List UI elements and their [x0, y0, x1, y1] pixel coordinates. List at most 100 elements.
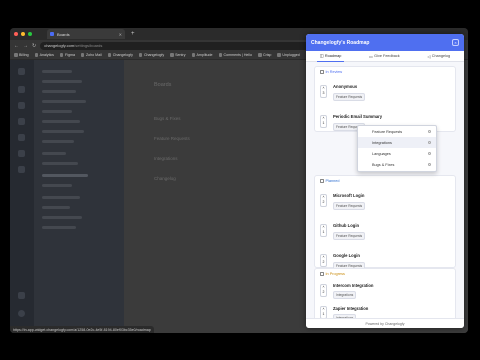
nav-line-active	[42, 174, 88, 177]
bookmark-item[interactable]: Billing	[14, 53, 29, 57]
bookmark-item[interactable]: Changelogfy	[107, 53, 133, 57]
close-window-icon[interactable]	[14, 32, 18, 36]
dropdown-option[interactable]: Bugs & Fixes	[358, 159, 436, 170]
upvote-button[interactable]: ˄ 2	[320, 194, 327, 207]
nav-line	[42, 152, 66, 155]
settings-icon[interactable]	[18, 166, 25, 173]
roadmap-icon[interactable]	[18, 118, 25, 125]
nav-line	[42, 110, 72, 113]
section-planned: Planned ˄ 2 Microsoft Login Feature Reque…	[314, 175, 456, 270]
upvote-button[interactable]: ˄ 2	[320, 254, 327, 267]
tab-roadmap[interactable]: ◫ Roadmap	[316, 51, 345, 62]
nav-line	[42, 130, 84, 133]
upvote-button[interactable]: ˄ 1	[320, 115, 327, 128]
item-title: Anonymous	[333, 84, 358, 89]
browser-tab[interactable]: Boards ✕	[47, 29, 125, 39]
item-title: Periodic Email Summary	[333, 114, 383, 119]
item-title: Google Login	[333, 253, 360, 258]
maximize-window-icon[interactable]	[28, 32, 32, 36]
back-icon[interactable]: ←	[14, 43, 19, 49]
board-row[interactable]: Changelog	[154, 176, 176, 181]
changelog-icon[interactable]	[18, 134, 25, 141]
roadmap-item[interactable]: ˄ 2 Microsoft Login Feature Requests	[315, 186, 455, 216]
app-sidebar	[10, 60, 34, 333]
minimize-window-icon[interactable]	[21, 32, 25, 36]
bookmark-icon	[107, 53, 112, 57]
roadmap-item[interactable]: ˄ 3 Anonymous Feature Requests	[315, 77, 455, 107]
upvote-button[interactable]: ˄ 1	[320, 224, 327, 237]
bookmark-icon	[80, 53, 85, 57]
bookmark-icon	[191, 53, 196, 57]
bookmark-item[interactable]: Zoho Mail	[80, 53, 102, 57]
radio-icon	[427, 140, 431, 145]
forward-icon[interactable]: →	[23, 43, 28, 49]
section-title: In Review	[315, 67, 455, 77]
section-in-progress: In Progress ˄ 2 Intercom Integration Inte…	[314, 268, 456, 323]
widget-tabs: ◫ Roadmap ▭ Give Feedback ◁ Changelog	[306, 51, 464, 62]
nav-line	[42, 206, 70, 209]
map-icon: ◫	[319, 54, 324, 58]
bookmark-item[interactable]: Changelogfy	[138, 53, 164, 57]
nav-line	[42, 196, 80, 199]
widget-footer: Powered by Changelogfy	[306, 318, 464, 328]
item-title: Microsoft Login	[333, 193, 365, 198]
roadmap-widget: Changelogfy's Roadmap × ◫ Roadmap ▭ Give F…	[306, 34, 464, 328]
url-path: /settings/boards	[74, 43, 103, 48]
bookmark-item[interactable]: Amplitude	[191, 53, 213, 57]
bookmark-item[interactable]: Sentry	[170, 53, 186, 57]
megaphone-icon: ◁	[427, 54, 431, 59]
board-row[interactable]: Bugs & Fixes	[154, 116, 181, 121]
board-row[interactable]: Integrations	[154, 156, 178, 161]
status-icon	[320, 272, 324, 276]
bookmark-item[interactable]: Crisp	[258, 53, 271, 57]
bookmark-icon	[59, 53, 64, 57]
bookmark-item[interactable]: Figma	[59, 53, 75, 57]
bookmark-icon	[277, 53, 281, 57]
nav-line	[42, 140, 74, 143]
bookmark-icon	[170, 53, 174, 57]
dropdown-option[interactable]: Integrations	[358, 137, 436, 148]
status-icon	[320, 70, 324, 74]
tab-changelog[interactable]: ◁ Changelog	[424, 51, 453, 62]
bookmark-icon	[258, 53, 262, 57]
nav-line	[42, 90, 76, 93]
logo-icon	[18, 68, 25, 75]
dashboard-icon[interactable]	[18, 86, 25, 93]
close-tab-icon[interactable]: ✕	[119, 32, 122, 37]
bookmark-item[interactable]: Analytics	[34, 53, 54, 57]
reload-icon[interactable]: ↻	[32, 43, 36, 49]
dropdown-option[interactable]: Feature Requests	[358, 126, 436, 137]
new-tab-icon[interactable]: +	[131, 31, 135, 37]
bookmark-icon	[34, 53, 39, 57]
chat-icon: ▭	[369, 54, 373, 59]
item-title: Zapier Integration	[333, 306, 369, 311]
bookmark-icon	[138, 53, 143, 57]
radio-icon	[427, 162, 431, 167]
nav-line	[42, 70, 72, 73]
board-row[interactable]: Feature Requests	[154, 136, 190, 141]
bookmark-icon	[218, 53, 223, 57]
close-icon[interactable]: ×	[452, 39, 459, 46]
avatar[interactable]	[18, 310, 25, 317]
widget-title: Changelogfy's Roadmap	[306, 34, 464, 51]
tab-give-feedback[interactable]: ▭ Give Feedback	[366, 51, 403, 62]
roadmap-item[interactable]: ˄ 2 Intercom Integration Integrations	[315, 279, 455, 304]
item-tag: Feature Requests	[333, 93, 366, 101]
bookmark-item[interactable]: Unplugged	[277, 53, 300, 57]
item-tag: Feature Requests	[333, 202, 366, 210]
users-icon[interactable]	[18, 150, 25, 157]
url-host: changelogfy.com	[44, 43, 75, 48]
board-filter-dropdown: Feature Requests Integrations Languages …	[357, 125, 437, 172]
status-icon	[320, 179, 324, 183]
upvote-button[interactable]: ˄ 3	[320, 85, 327, 98]
page-title: Boards	[154, 82, 172, 88]
dropdown-option[interactable]: Languages	[358, 148, 436, 159]
favicon-icon	[50, 32, 54, 36]
bookmark-item[interactable]: Comments | Hello	[218, 53, 252, 57]
roadmap-item[interactable]: ˄ 1 Github Login Feature Requests	[315, 216, 455, 246]
item-title: Intercom Integration	[333, 283, 374, 288]
feedback-icon[interactable]	[18, 102, 25, 109]
upvote-button[interactable]: ˄ 2	[320, 284, 327, 297]
help-icon[interactable]	[18, 292, 25, 299]
item-tag: Integrations	[333, 291, 357, 299]
